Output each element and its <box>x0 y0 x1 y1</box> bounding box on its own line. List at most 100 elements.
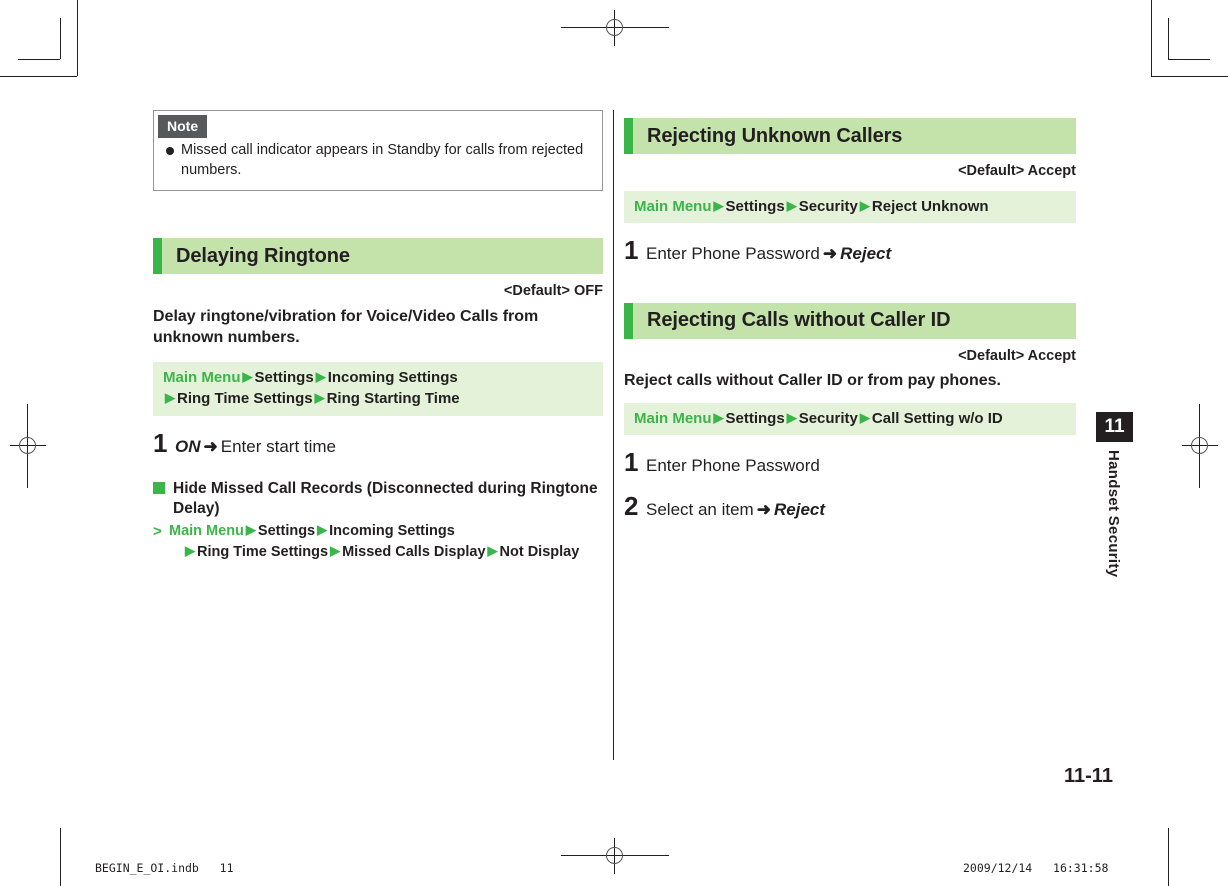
chapter-number-tab: 11 <box>1096 412 1133 442</box>
step-number: 2 <box>624 490 639 521</box>
chevron-right-icon: ▶ <box>330 543 341 559</box>
section-title: Rejecting Calls without Caller ID <box>647 309 951 332</box>
page-number: 11-11 <box>1064 765 1113 787</box>
step-item: 1 ON ➜ Enter start time <box>153 430 603 457</box>
menu-path-crumb: Incoming Settings <box>329 523 455 540</box>
crop-mark-tr-v <box>1151 0 1152 76</box>
menu-path-line-2: ▶ Ring Time Settings ▶ Missed Calls Display… <box>169 542 603 563</box>
crop-mark-tl-inner-v <box>60 18 61 59</box>
note-item: Missed call indicator appears in Standby… <box>166 141 590 180</box>
step-text-value: Enter Phone Password <box>646 456 820 476</box>
menu-path-crumb: Settings <box>257 523 316 540</box>
menu-path-root: Main Menu <box>634 198 712 215</box>
section-accent-bar <box>153 238 162 275</box>
note-item-text: Missed call indicator appears in Standby… <box>181 142 584 178</box>
step-text: Enter Phone Password ➜ Reject <box>646 243 891 264</box>
chevron-right-icon: ▶ <box>713 198 724 213</box>
step-text: Select an item ➜ Reject <box>646 499 825 520</box>
step-emphasis: Reject <box>840 244 892 264</box>
chevron-right-icon: ▶ <box>859 198 870 213</box>
angle-bracket-icon: > <box>153 523 162 541</box>
footer-file-info: BEGIN_E_OI.indb 11 <box>95 861 234 875</box>
menu-path-crumb: Ring Time Settings <box>197 544 329 561</box>
step-emphasis: ON <box>175 436 201 456</box>
chevron-right-icon: ▶ <box>315 369 326 385</box>
section-header-delaying-ringtone: Delaying Ringtone <box>153 238 603 275</box>
chevron-right-icon: ▶ <box>487 543 498 559</box>
column-divider <box>613 110 614 760</box>
crop-mark-tl-h <box>0 76 77 77</box>
sub-section-menu-path: > Main Menu ▶ Settings ▶ Incoming Settings ▶… <box>153 521 603 563</box>
menu-path-crumb: Settings <box>254 369 314 387</box>
step-emphasis: Reject <box>773 499 826 519</box>
step-number: 1 <box>624 447 639 478</box>
chevron-right-icon: ▶ <box>242 369 253 385</box>
sub-section-title-text: Hide Missed Call Records (Disconnected d… <box>173 479 598 518</box>
menu-path-root: Main Menu <box>169 523 244 540</box>
menu-path-crumb: Reject Unknown <box>871 198 989 215</box>
menu-path-crumb: Ring Time Settings <box>177 390 313 408</box>
menu-path-crumb: Not Display <box>499 544 580 561</box>
registration-mark-top <box>561 10 669 46</box>
section-header-rejecting-calls-without-caller-id: Rejecting Calls without Caller ID <box>624 302 1076 339</box>
registration-mark-right <box>1182 404 1218 488</box>
section-accent-bar <box>624 118 633 154</box>
section-description: Reject calls without Caller ID or from p… <box>624 371 1001 389</box>
section-title: Rejecting Unknown Callers <box>647 124 903 147</box>
menu-path-call-setting-wo-id: Main Menu ▶ Settings ▶ Security ▶ Call Setting… <box>624 403 1076 436</box>
step-text-value: Enter start time <box>220 436 337 456</box>
section-header-rejecting-unknown-callers: Rejecting Unknown Callers <box>624 118 1076 154</box>
footer-file-page: 11 <box>219 861 234 875</box>
arrow-right-icon: ➜ <box>822 244 838 264</box>
section-accent-bar <box>624 302 633 339</box>
step-text-value: Select an item <box>646 499 754 519</box>
default-value-label: <Default> OFF <box>503 283 603 300</box>
section-title: Delaying Ringtone <box>176 244 350 267</box>
bullet-dot-icon <box>166 147 174 155</box>
menu-path-line-1: Main Menu ▶ Settings ▶ Incoming Settings <box>163 367 593 388</box>
menu-path-delaying-ringtone: Main Menu ▶ Settings ▶ Incoming Settings ▶ Ri… <box>153 362 603 416</box>
chevron-right-icon: ▶ <box>859 410 870 426</box>
menu-path-crumb: Settings <box>725 410 785 428</box>
sub-section-title: Hide Missed Call Records (Disconnected d… <box>153 479 603 519</box>
step-item: 1 Enter Phone Password <box>624 449 1076 476</box>
chevron-right-icon: ▶ <box>314 390 325 406</box>
left-column: Note Missed call indicator appears in St… <box>153 110 603 563</box>
square-bullet-icon <box>153 481 165 494</box>
crop-mark-bl-v <box>60 828 61 886</box>
arrow-right-icon: ➜ <box>203 436 218 456</box>
menu-path-crumb: Ring Starting Time <box>326 390 460 408</box>
footer-print-timestamp: 2009/12/14 16:31:58 <box>963 861 1108 875</box>
chevron-right-icon: ▶ <box>786 198 797 213</box>
crop-mark-tr-inner-v <box>1168 18 1169 59</box>
footer-print-date: 2009/12/14 <box>963 861 1033 875</box>
footer-print-time: 16:31:58 <box>1053 861 1109 875</box>
registration-mark-bottom <box>561 838 669 874</box>
chevron-right-icon: ▶ <box>185 543 195 559</box>
chevron-right-icon: ▶ <box>165 390 175 406</box>
note-box: Note Missed call indicator appears in St… <box>153 110 603 192</box>
menu-path-root: Main Menu <box>163 369 241 387</box>
step-text: Enter Phone Password <box>646 455 820 476</box>
step-number: 1 <box>624 235 639 266</box>
sub-section-hide-missed-call-records: Hide Missed Call Records (Disconnected d… <box>153 479 603 563</box>
menu-path-crumb: Missed Calls Display <box>342 544 486 561</box>
step-text-value: Enter Phone Password <box>646 244 820 264</box>
chevron-right-icon: ▶ <box>713 410 724 426</box>
step-item: 2 Select an item ➜ Reject <box>624 493 1076 520</box>
right-column: Rejecting Unknown Callers <Default> Acce… <box>624 110 1076 520</box>
menu-path-crumb: Incoming Settings <box>327 369 458 387</box>
step-item: 1 Enter Phone Password ➜ Reject <box>624 237 1076 264</box>
document-page: Note Missed call indicator appears in St… <box>0 0 1228 886</box>
default-value-label: <Default> Accept <box>958 347 1076 364</box>
note-label: Note <box>158 115 208 138</box>
menu-path-root: Main Menu <box>634 410 712 428</box>
chevron-right-icon: ▶ <box>786 410 797 426</box>
crop-mark-tr-h <box>1151 76 1228 77</box>
section-description: Delay ringtone/vibration for Voice/Video… <box>153 308 539 346</box>
step-text: ON ➜ Enter start time <box>175 436 336 457</box>
menu-path-crumb: Security <box>798 410 858 428</box>
menu-path-reject-unknown: Main Menu ▶ Settings ▶ Security ▶ Reject Unkno… <box>624 191 1076 224</box>
note-body: Missed call indicator appears in Standby… <box>154 138 602 190</box>
crop-mark-br-v <box>1168 828 1169 886</box>
